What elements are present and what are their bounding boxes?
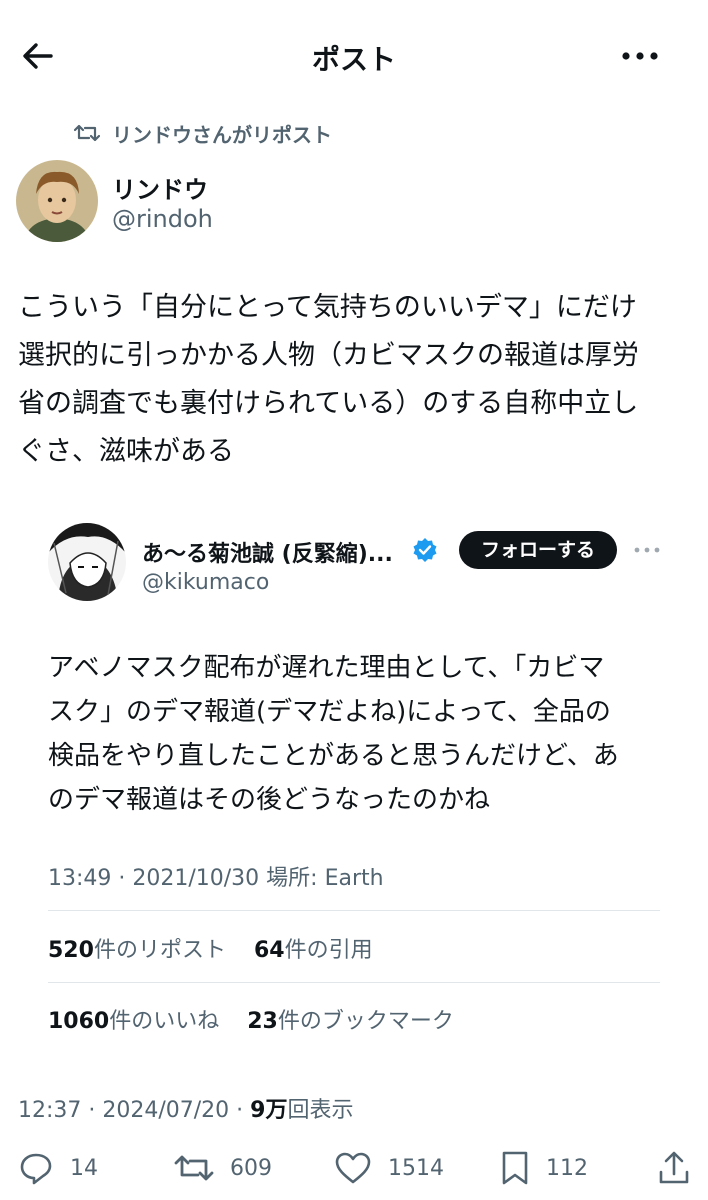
view-count: 9万: [250, 1098, 288, 1123]
quoted-bookmarks-stat[interactable]: 23件のブックマーク: [247, 1009, 454, 1034]
verified-badge-icon: [412, 537, 438, 563]
reply-button[interactable]: 14: [18, 1148, 98, 1188]
more-icon: [634, 547, 660, 553]
quoted-timestamp: 13:49 · 2021/10/30 場所: Earth: [48, 866, 384, 891]
quoted-text: アベノマスク配布が遅れた理由として、「カビマ スク」のデマ報道(デマだよね)によ…: [48, 653, 619, 815]
repost-context-label: リンドウさんがリポスト: [112, 122, 332, 147]
repost-icon: [174, 1155, 214, 1181]
author-handle[interactable]: @rindoh: [112, 205, 213, 233]
quoted-quotes-stat[interactable]: 64件の引用: [254, 938, 373, 963]
repost-icon: [74, 124, 100, 142]
author-name[interactable]: リンドウ: [112, 170, 208, 205]
bookmark-button[interactable]: 112: [500, 1148, 588, 1188]
quoted-author-handle[interactable]: @kikumaco: [142, 570, 269, 595]
post-timestamp[interactable]: 12:37 · 2024/07/20 ·: [18, 1098, 250, 1123]
like-count: 1514: [388, 1155, 444, 1181]
repost-context[interactable]: リンドウさんがリポスト: [74, 118, 332, 148]
quoted-avatar[interactable]: [48, 523, 126, 601]
like-button[interactable]: 1514: [334, 1148, 444, 1188]
more-icon: [622, 52, 658, 60]
quoted-more-button[interactable]: [632, 540, 662, 560]
quoted-stats-row-1: 520件のリポスト 64件の引用: [48, 932, 373, 964]
more-button[interactable]: [618, 36, 662, 76]
reply-count: 14: [70, 1155, 98, 1181]
repost-button[interactable]: 609: [174, 1148, 272, 1188]
divider: [48, 910, 660, 911]
bookmark-count: 112: [546, 1155, 588, 1181]
quoted-stats-row-2: 1060件のいいね 23件のブックマーク: [48, 1003, 454, 1035]
divider: [48, 982, 660, 983]
reply-icon: [20, 1153, 52, 1185]
quoted-author-name[interactable]: あ〜る菊池誠 (反緊縮)...: [142, 536, 393, 568]
quoted-reposts-stat[interactable]: 520件のリポスト: [48, 938, 226, 963]
like-icon: [335, 1152, 371, 1184]
quoted-likes-stat[interactable]: 1060件のいいね: [48, 1009, 219, 1034]
post-text: こういう「自分にとって気持ちのいいデマ」にだけ 選択的に引っかかる人物（カビマス…: [18, 292, 639, 467]
share-icon: [659, 1151, 689, 1184]
avatar[interactable]: [16, 160, 98, 242]
follow-button[interactable]: フォローする: [459, 531, 617, 569]
bookmark-icon: [502, 1151, 528, 1185]
repost-count: 609: [230, 1155, 272, 1181]
post-meta: 12:37 · 2024/07/20 · 9万回表示: [18, 1092, 354, 1124]
share-button[interactable]: [656, 1148, 692, 1188]
view-label: 回表示: [287, 1098, 354, 1123]
page-title: ポスト: [311, 43, 396, 76]
